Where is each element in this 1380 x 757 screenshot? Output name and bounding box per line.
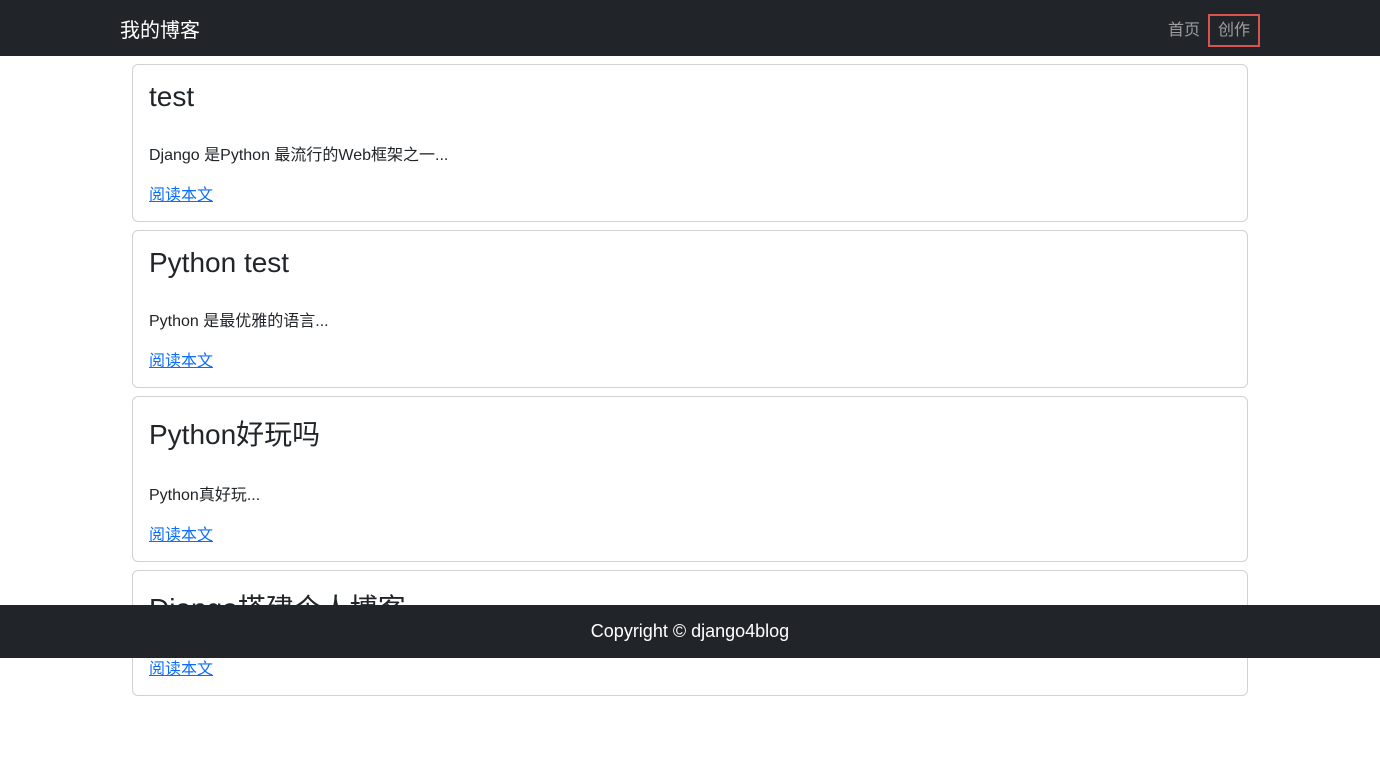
post-excerpt: Python真好玩...: [149, 481, 1231, 505]
footer: Copyright © django4blog: [0, 605, 1380, 658]
nav-link-create[interactable]: 创作: [1208, 14, 1260, 47]
post-title: Python test: [149, 247, 1231, 279]
post-title: test: [149, 81, 1231, 113]
navbar-nav: 首页 创作: [1160, 16, 1260, 40]
post-excerpt: Django 是Python 最流行的Web框架之一...: [149, 141, 1231, 165]
nav-link-home[interactable]: 首页: [1160, 14, 1208, 47]
post-card: test Django 是Python 最流行的Web框架之一... 阅读本文: [132, 64, 1248, 222]
post-excerpt: Python 是最优雅的语言...: [149, 307, 1231, 331]
read-more-link[interactable]: 阅读本文: [149, 661, 213, 678]
read-more-link[interactable]: 阅读本文: [149, 187, 213, 204]
read-more-link[interactable]: 阅读本文: [149, 527, 213, 544]
post-title: Python好玩吗: [149, 413, 1231, 453]
navbar-brand[interactable]: 我的博客: [120, 14, 200, 43]
footer-copyright: Copyright © django4blog: [591, 621, 789, 641]
read-more-link[interactable]: 阅读本文: [149, 353, 213, 370]
post-card: Python好玩吗 Python真好玩... 阅读本文: [132, 396, 1248, 562]
post-card: Python test Python 是最优雅的语言... 阅读本文: [132, 230, 1248, 388]
navbar: 我的博客 首页 创作: [0, 0, 1380, 56]
